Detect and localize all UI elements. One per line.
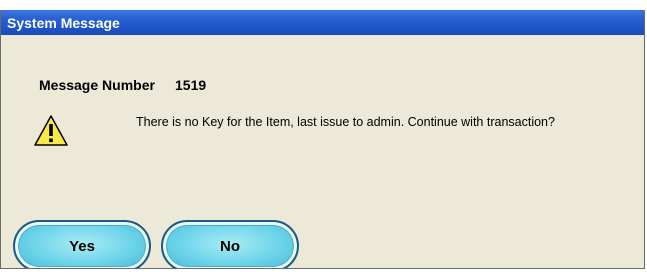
yes-button[interactable]: Yes (13, 220, 151, 268)
message-number-value: 1519 (175, 77, 207, 93)
no-button[interactable]: No (161, 220, 299, 268)
message-text: There is no Key for the Item, last issue… (136, 115, 555, 129)
window-title: System Message (7, 15, 120, 31)
system-message-dialog: System Message Message Number 1519 There… (0, 10, 645, 269)
warning-icon (34, 115, 68, 146)
title-bar[interactable]: System Message (1, 10, 644, 35)
message-number-label: Message Number (39, 77, 155, 93)
